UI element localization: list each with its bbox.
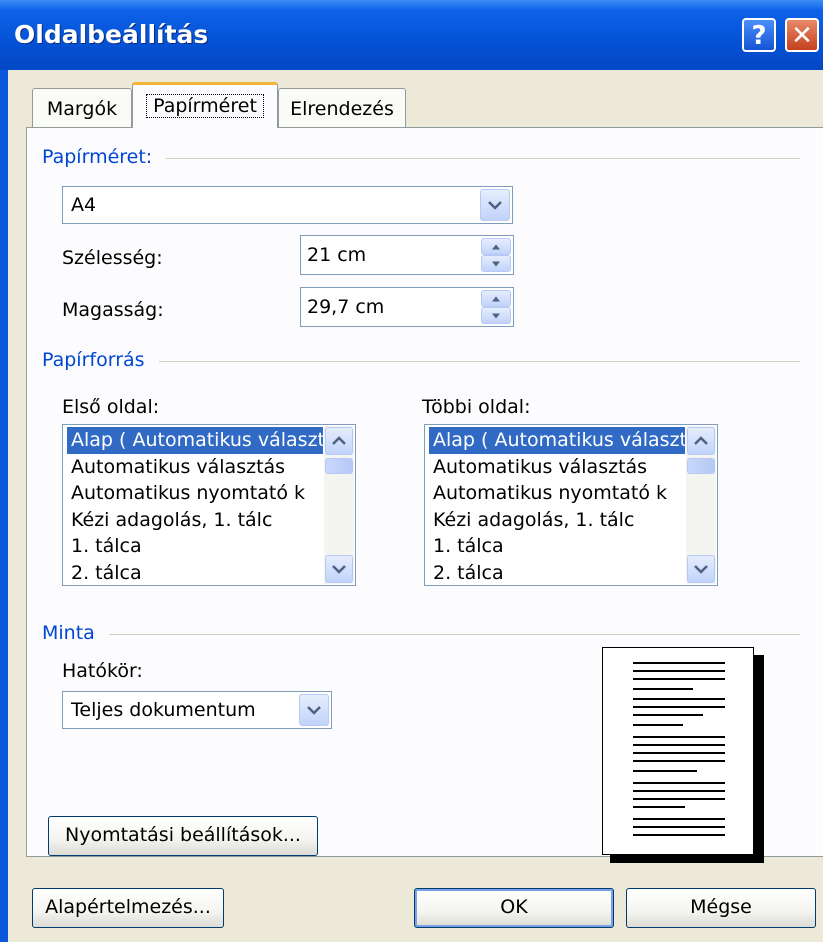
spin-down-icon[interactable] <box>481 255 511 272</box>
list-item[interactable]: Automatikus választás <box>67 454 323 481</box>
text-line <box>633 688 693 690</box>
preview-divider <box>50 634 800 635</box>
text-line <box>633 736 725 738</box>
text-line <box>633 698 725 700</box>
text-line <box>633 714 703 716</box>
scope-label: Hatókör: <box>62 660 143 682</box>
tab-papirmeret-label: Papírméret <box>146 94 264 118</box>
text-line <box>633 798 725 800</box>
other-pages-label: Többi oldal: <box>422 396 531 418</box>
preview-group-label: Minta <box>42 622 109 644</box>
list-item[interactable]: 2. tálca <box>429 560 685 586</box>
list-item[interactable]: Automatikus nyomtató k <box>429 480 685 507</box>
list-item[interactable]: Kézi adagolás, 1. tálc <box>429 507 685 534</box>
list-item[interactable]: Kézi adagolás, 1. tálc <box>67 507 323 534</box>
paper-source-group-label: Papírforrás <box>42 349 159 371</box>
paper-source-divider <box>50 361 800 362</box>
page-preview <box>602 647 764 863</box>
tab-elrendezes[interactable]: Elrendezés <box>278 88 406 128</box>
text-line <box>633 818 725 820</box>
tab-margok[interactable]: Margók <box>32 88 132 128</box>
scroll-down-icon[interactable] <box>687 555 715 583</box>
close-button[interactable]: ✕ <box>785 18 819 52</box>
title-bar[interactable]: Oldalbeállítás ? ✕ <box>0 0 823 70</box>
text-line <box>633 790 725 792</box>
scroll-thumb[interactable] <box>325 458 353 474</box>
list-item[interactable]: Automatikus választás <box>429 454 685 481</box>
text-line <box>633 662 725 664</box>
default-button[interactable]: Alapértelmezés... <box>32 888 224 928</box>
list-item[interactable]: Alap ( Automatikus választás <box>67 427 323 454</box>
list-item[interactable]: 2. tálca <box>67 560 323 586</box>
scrollbar[interactable] <box>324 426 354 584</box>
page-thumbnail <box>602 647 754 855</box>
height-label: Magasság: <box>62 299 164 321</box>
other-pages-listbox[interactable]: Alap ( Automatikus választás Automatikus… <box>424 424 718 586</box>
print-options-button[interactable]: Nyomtatási beállítások... <box>48 816 318 856</box>
scroll-down-icon[interactable] <box>325 555 353 583</box>
scope-value: Teljes dokumentum <box>71 699 256 721</box>
first-page-label: Első oldal: <box>62 396 160 418</box>
width-spinbox[interactable]: 21 cm <box>300 235 514 275</box>
tab-papirmeret[interactable]: Papírméret <box>132 82 278 128</box>
width-value: 21 cm <box>307 244 367 266</box>
chevron-down-icon[interactable] <box>299 694 329 726</box>
text-line <box>633 806 685 808</box>
text-line <box>633 670 725 672</box>
text-line <box>633 744 725 746</box>
text-line <box>633 706 725 708</box>
first-page-items: Alap ( Automatikus választás Automatikus… <box>67 427 323 586</box>
first-page-listbox[interactable]: Alap ( Automatikus választás Automatikus… <box>62 424 356 586</box>
scrollbar[interactable] <box>686 426 716 584</box>
text-line <box>633 782 725 784</box>
text-line <box>633 760 725 762</box>
paper-size-group-label: Papírméret: <box>42 146 167 168</box>
dialog-window: Oldalbeállítás ? ✕ Margók Papírméret Elr… <box>0 0 823 942</box>
spin-down-icon[interactable] <box>481 307 511 324</box>
list-item[interactable]: Automatikus nyomtató k <box>67 480 323 507</box>
spin-up-icon[interactable] <box>481 238 511 255</box>
paper-size-select[interactable]: A4 <box>62 186 513 224</box>
list-item[interactable]: 1. tálca <box>429 533 685 560</box>
help-button[interactable]: ? <box>742 18 776 52</box>
list-item[interactable]: 1. tálca <box>67 533 323 560</box>
text-line <box>633 752 725 754</box>
scroll-up-icon[interactable] <box>325 427 353 455</box>
text-line <box>633 678 725 680</box>
paper-size-value: A4 <box>71 194 97 216</box>
cancel-button[interactable]: Mégse <box>626 888 816 928</box>
text-line <box>633 826 725 828</box>
scroll-thumb[interactable] <box>687 458 715 474</box>
other-pages-items: Alap ( Automatikus választás Automatikus… <box>429 427 685 586</box>
text-line <box>633 770 697 772</box>
height-spinbox[interactable]: 29,7 cm <box>300 287 514 327</box>
height-value: 29,7 cm <box>307 296 385 318</box>
spin-up-icon[interactable] <box>481 290 511 307</box>
width-label: Szélesség: <box>62 247 163 269</box>
ok-button[interactable]: OK <box>414 888 614 928</box>
list-item[interactable]: Alap ( Automatikus választás <box>429 427 685 454</box>
scope-select[interactable]: Teljes dokumentum <box>62 691 332 729</box>
tab-elrendezes-label: Elrendezés <box>290 98 394 120</box>
text-line <box>633 834 725 836</box>
scroll-up-icon[interactable] <box>687 427 715 455</box>
chevron-down-icon[interactable] <box>480 189 510 221</box>
tab-margok-label: Margók <box>46 98 118 120</box>
window-title: Oldalbeállítás <box>14 20 209 49</box>
text-line <box>633 724 683 726</box>
